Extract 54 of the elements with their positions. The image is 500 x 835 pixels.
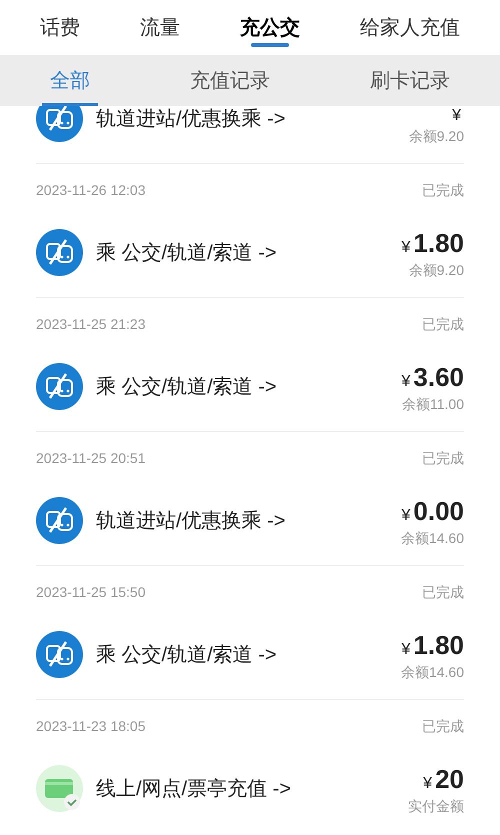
currency-sign: ¥ bbox=[452, 106, 461, 126]
bus-train-icon bbox=[36, 497, 83, 544]
bus-train-icon bbox=[36, 229, 83, 276]
currency-sign: ¥ bbox=[401, 372, 410, 392]
record-note: 实付金额 bbox=[408, 797, 464, 816]
amount: 20 bbox=[435, 763, 464, 796]
filter-tab[interactable]: 全部 bbox=[42, 55, 98, 106]
record-title: 乘 公交/轨道/索道 -> bbox=[96, 642, 277, 668]
record-time: 2023-11-23 18:05 bbox=[36, 716, 146, 736]
bus-train-icon bbox=[36, 631, 83, 678]
record-status: 已完成 bbox=[422, 314, 464, 334]
currency-sign: ¥ bbox=[401, 640, 410, 660]
category-tab[interactable]: 给家人充值 bbox=[350, 0, 470, 55]
record-note: 余额14.60 bbox=[400, 529, 464, 548]
card-check-icon bbox=[36, 765, 83, 812]
category-tab[interactable]: 充公交 bbox=[230, 0, 310, 55]
record-status: 已完成 bbox=[422, 180, 464, 200]
record-note: 余额9.20 bbox=[408, 261, 464, 280]
record-time: 2023-11-25 21:23 bbox=[36, 314, 146, 334]
record-row[interactable]: 轨道进站/优惠换乘 -> ¥0.00 余额14.60 bbox=[36, 482, 464, 565]
record-row[interactable]: 乘 公交/轨道/索道 -> ¥3.60 余额11.00 bbox=[36, 348, 464, 431]
record-status: 已完成 bbox=[422, 448, 464, 468]
record-status: 已完成 bbox=[422, 582, 464, 602]
currency-sign: ¥ bbox=[401, 506, 410, 526]
currency-sign: ¥ bbox=[423, 774, 432, 794]
record-title: 线上/网点/票亭充值 -> bbox=[96, 776, 292, 802]
bus-train-icon bbox=[36, 106, 83, 142]
record-note: 余额11.00 bbox=[402, 395, 464, 414]
tab-indicator bbox=[42, 103, 98, 106]
amount: 1.80 bbox=[413, 629, 464, 662]
record-title: 乘 公交/轨道/索道 -> bbox=[96, 240, 277, 266]
bus-train-icon bbox=[36, 363, 83, 410]
tab-indicator bbox=[251, 43, 289, 47]
record-row[interactable]: 乘 公交/轨道/索道 -> ¥1.80 余额14.60 bbox=[36, 616, 464, 699]
record-status: 已完成 bbox=[422, 716, 464, 736]
record-row[interactable]: 轨道进站/优惠换乘 -> ¥ 余额9.20 bbox=[36, 106, 464, 163]
record-time: 2023-11-25 15:50 bbox=[36, 582, 146, 602]
currency-sign: ¥ bbox=[401, 238, 410, 258]
record-title: 乘 公交/轨道/索道 -> bbox=[96, 374, 277, 400]
category-tab[interactable]: 话费 bbox=[30, 0, 90, 55]
filter-tab[interactable]: 充值记录 bbox=[182, 55, 278, 106]
amount: 3.60 bbox=[413, 361, 464, 394]
record-row[interactable]: 乘 公交/轨道/索道 -> ¥1.80 余额9.20 bbox=[36, 214, 464, 297]
record-title: 轨道进站/优惠换乘 -> bbox=[96, 106, 286, 132]
record-time: 2023-11-26 12:03 bbox=[36, 180, 146, 200]
record-note: 余额9.20 bbox=[408, 127, 464, 146]
category-tab[interactable]: 流量 bbox=[130, 0, 190, 55]
amount: 0.00 bbox=[413, 495, 464, 528]
amount: 1.80 bbox=[413, 227, 464, 260]
record-title: 轨道进站/优惠换乘 -> bbox=[96, 508, 286, 534]
record-note: 余额14.60 bbox=[400, 663, 464, 682]
record-time: 2023-11-25 20:51 bbox=[36, 448, 146, 468]
filter-tab[interactable]: 刷卡记录 bbox=[362, 55, 458, 106]
record-row[interactable]: 线上/网点/票亭充值 -> ¥20 实付金额 bbox=[36, 750, 464, 833]
